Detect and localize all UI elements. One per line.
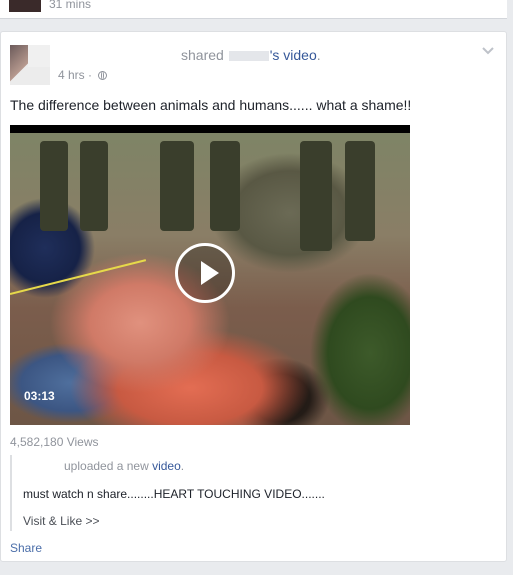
shared-content-text: must watch n share........HEART TOUCHING…	[23, 487, 325, 501]
globe-icon[interactable]	[98, 71, 108, 80]
thumbnail-legs	[210, 141, 240, 231]
view-count: 4,582,180 Views	[10, 435, 99, 449]
previous-post-time[interactable]: 31 mins	[49, 0, 91, 11]
shared-content-more[interactable]: Visit & Like >>	[23, 513, 100, 529]
thumbnail-legs	[345, 141, 375, 241]
headline-video-link[interactable]: 's video	[270, 47, 317, 63]
previous-post-avatar[interactable]	[9, 0, 41, 12]
redacted-name[interactable]	[228, 51, 269, 62]
thumbnail-legs	[300, 141, 332, 251]
post-text: The difference between animals and human…	[10, 97, 412, 113]
shared-content: uploaded a new video. must watch n share…	[10, 455, 325, 531]
thumbnail-legs	[80, 141, 108, 231]
chevron-down-icon[interactable]	[482, 45, 494, 57]
play-icon	[201, 261, 219, 285]
video-letterbox	[10, 125, 410, 133]
thumbnail-legs	[40, 141, 68, 231]
thumbnail-legs	[160, 141, 194, 231]
avatar-blur	[28, 45, 50, 67]
video-duration: 03:13	[24, 389, 55, 403]
video-player[interactable]: 03:13	[10, 125, 410, 425]
post-card: shared 's video. 4 hrs · The difference …	[0, 31, 507, 562]
thumbnail-rope	[10, 259, 147, 295]
headline-prefix: shared	[181, 47, 224, 63]
shared-head-text: uploaded a new	[64, 459, 153, 473]
shared-video-link[interactable]: video	[152, 459, 181, 473]
post-time[interactable]: 4 hrs	[58, 68, 85, 82]
shared-head-suffix: .	[180, 459, 185, 473]
play-button[interactable]	[175, 243, 235, 303]
headline-suffix: .	[316, 47, 321, 63]
avatar[interactable]	[10, 45, 50, 85]
share-button[interactable]: Share	[10, 540, 42, 556]
meta-separator: ·	[84, 68, 96, 82]
post-headline: shared 's video.	[181, 46, 321, 64]
previous-post-card: 31 mins	[0, 0, 507, 19]
shared-content-head: uploaded a new video.	[64, 458, 184, 474]
post-meta: 4 hrs ·	[58, 67, 108, 83]
